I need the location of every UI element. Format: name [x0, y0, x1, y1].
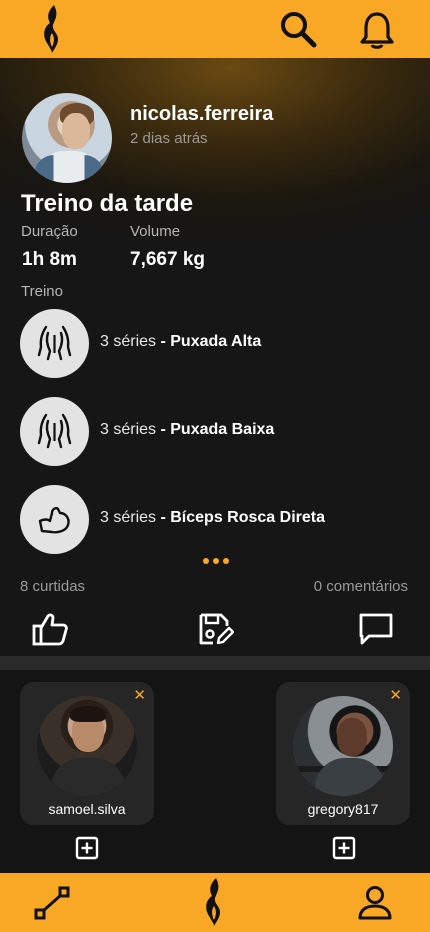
avatar[interactable]: [37, 696, 137, 796]
bell-icon[interactable]: [358, 10, 396, 50]
bicep-icon: [38, 507, 70, 534]
back-muscle-icon: [37, 325, 72, 361]
profile-icon[interactable]: [356, 884, 394, 922]
volume-value: 7,667 kg: [130, 249, 205, 270]
like-icon: [32, 613, 68, 646]
follow-button[interactable]: [75, 836, 99, 860]
exercise-sets: 3 séries: [100, 509, 157, 526]
save-workout-icon: [199, 613, 235, 645]
like-button[interactable]: [31, 610, 69, 648]
back-muscle-icon: [37, 413, 72, 449]
search-icon[interactable]: [278, 9, 318, 49]
add-icon: [75, 836, 99, 860]
post-username[interactable]: nicolas.ferreira: [130, 103, 273, 126]
duration-value: 1h 8m: [22, 249, 77, 270]
comment-button[interactable]: [357, 610, 395, 648]
exercise-item[interactable]: 3 séries - Bíceps Rosca Direta: [20, 485, 410, 555]
bottom-nav: [0, 873, 430, 932]
exercise-name: Bíceps Rosca Direta: [170, 509, 325, 526]
exercise-name: Puxada Alta: [170, 333, 262, 350]
suggested-user-card[interactable]: ✕ gregory817: [276, 682, 410, 825]
suggested-users: ✕ samoel.silva ✕ gregory817: [0, 670, 430, 873]
workout-section-label: Treino: [21, 283, 63, 300]
top-bar: [0, 0, 430, 58]
exercise-sets: 3 séries: [100, 421, 157, 438]
post-time: 2 dias atrás: [130, 130, 208, 147]
exercise-item[interactable]: 3 séries - Puxada Baixa: [20, 397, 410, 467]
volume-label: Volume: [130, 223, 181, 240]
more-dots-icon[interactable]: [203, 558, 229, 566]
exercise-item[interactable]: 3 séries - Puxada Alta: [20, 309, 410, 379]
section-divider: [0, 656, 430, 670]
exercise-separator: -: [156, 333, 171, 350]
flame-logo-icon[interactable]: [38, 3, 66, 55]
dismiss-icon[interactable]: ✕: [389, 686, 402, 704]
workout-title: Treino da tarde: [21, 190, 194, 217]
exercise-separator: -: [156, 509, 171, 526]
suggested-user-card[interactable]: ✕ samoel.silva: [20, 682, 154, 825]
save-workout-button[interactable]: [196, 610, 235, 648]
suggested-username[interactable]: gregory817: [276, 801, 410, 817]
exercise-name: Puxada Baixa: [170, 421, 275, 438]
flame-logo-icon[interactable]: [200, 875, 228, 929]
avatar[interactable]: [293, 696, 393, 796]
exercise-separator: -: [156, 421, 171, 438]
comments-count[interactable]: 0 comentários: [314, 578, 408, 595]
likes-count[interactable]: 8 curtidas: [20, 578, 85, 595]
dismiss-icon[interactable]: ✕: [133, 686, 146, 704]
exercise-sets: 3 séries: [100, 333, 157, 350]
route-icon[interactable]: [34, 886, 70, 920]
add-icon: [332, 836, 356, 860]
comment-icon: [359, 613, 393, 645]
duration-label: Duração: [21, 223, 78, 240]
follow-button[interactable]: [332, 836, 356, 860]
workout-post: nicolas.ferreira 2 dias atrás Treino da …: [0, 58, 430, 656]
suggested-username[interactable]: samoel.silva: [20, 801, 154, 817]
avatar[interactable]: [22, 93, 112, 183]
